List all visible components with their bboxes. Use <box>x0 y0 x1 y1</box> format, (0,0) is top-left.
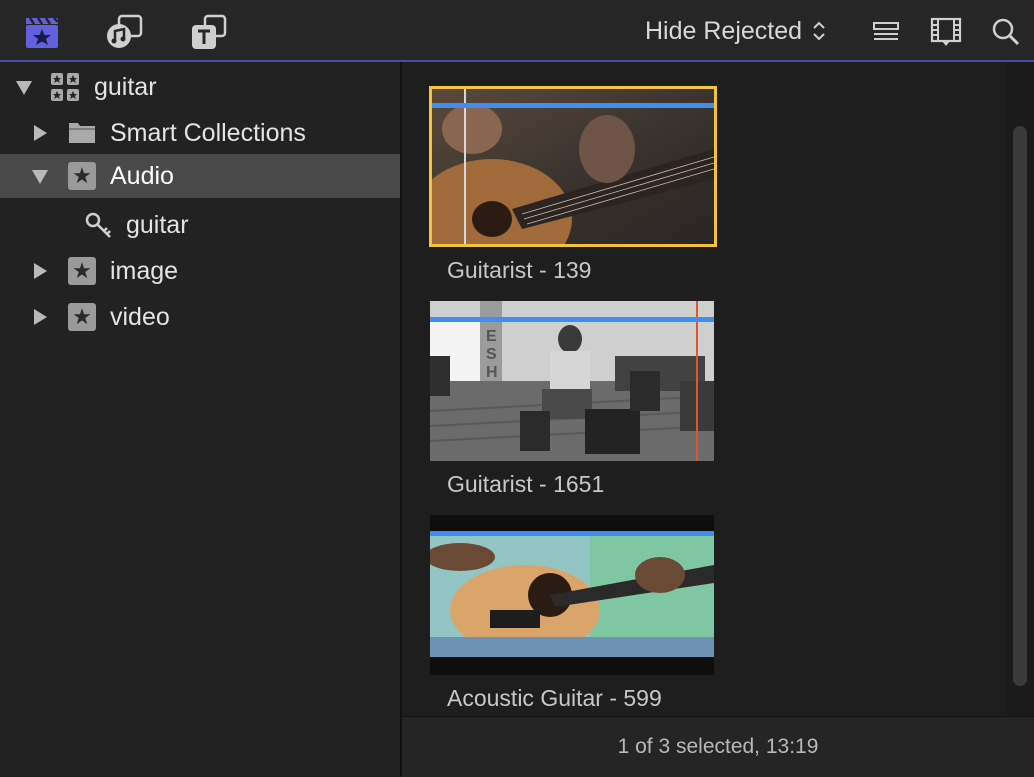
clip-title: Guitarist - 139 <box>447 257 592 283</box>
filter-label: Hide Rejected <box>645 16 803 45</box>
photos-audio-icon[interactable] <box>105 12 145 52</box>
filter-dropdown[interactable]: Hide Rejected <box>645 16 826 46</box>
keyword-range-bar <box>430 317 714 322</box>
clip-browser: Guitarist - 139 E S H Guitarist - 1651 A… <box>402 62 1034 716</box>
disclosure-open-icon[interactable] <box>16 81 32 95</box>
libraries-sidebar: guitar Smart Collections ★ Audio guitar … <box>0 62 402 776</box>
library-name: guitar <box>94 72 157 101</box>
disclosure-closed-icon[interactable] <box>34 309 47 325</box>
sidebar-item-label: video <box>110 302 170 331</box>
event-star-icon: ★ <box>68 303 96 331</box>
key-icon <box>84 211 114 248</box>
clip-thumbnail[interactable]: E S H <box>430 301 714 461</box>
folder-icon <box>68 120 96 151</box>
clip-image <box>430 515 714 675</box>
clip-title: Guitarist - 1651 <box>447 471 605 497</box>
clip-title: Acoustic Guitar - 599 <box>447 685 662 711</box>
svg-text:E: E <box>486 328 497 345</box>
disclosure-closed-icon[interactable] <box>34 125 47 141</box>
svg-text:S: S <box>486 346 497 363</box>
scrollbar-thumb[interactable] <box>1013 126 1027 686</box>
sidebar-item-label: Audio <box>110 161 174 190</box>
disclosure-open-icon[interactable] <box>32 170 48 184</box>
clip-appearance-icon[interactable] <box>866 12 906 52</box>
keyword-range-bar <box>430 531 714 536</box>
keyword-range-bar <box>432 103 714 108</box>
sidebar-item-image[interactable]: ★ image <box>0 249 400 293</box>
sidebar-item-keyword-guitar[interactable]: guitar <box>0 203 400 247</box>
sidebar-item-label: guitar <box>126 210 189 239</box>
search-icon[interactable] <box>986 12 1026 52</box>
sidebar-item-audio[interactable]: ★ Audio <box>0 154 400 198</box>
event-star-icon: ★ <box>68 162 96 190</box>
up-down-chevron-icon <box>812 20 826 42</box>
filmstrip-icon[interactable] <box>926 12 966 52</box>
clip-thumbnail[interactable] <box>430 515 714 675</box>
sidebar-item-label: image <box>110 256 179 285</box>
sidebar-item-smart-collections[interactable]: Smart Collections <box>0 111 400 155</box>
libraries-icon[interactable] <box>22 12 62 52</box>
selection-status: 1 of 3 selected, 13:19 <box>402 716 1034 777</box>
sidebar-item-label: Smart Collections <box>110 118 306 147</box>
toolbar: Hide Rejected <box>0 0 1034 62</box>
svg-text:H: H <box>486 364 498 381</box>
library-icon <box>50 72 80 109</box>
disclosure-closed-icon[interactable] <box>34 263 47 279</box>
clip-image <box>432 89 714 244</box>
event-star-icon: ★ <box>68 257 96 285</box>
clip-thumbnail[interactable] <box>429 86 717 247</box>
library-row[interactable]: guitar <box>0 65 400 109</box>
clip-image: E S H <box>430 301 714 461</box>
sidebar-item-video[interactable]: ★ video <box>0 295 400 339</box>
status-text: 1 of 3 selected, 13:19 <box>617 735 819 758</box>
titles-generators-icon[interactable] <box>189 12 229 52</box>
